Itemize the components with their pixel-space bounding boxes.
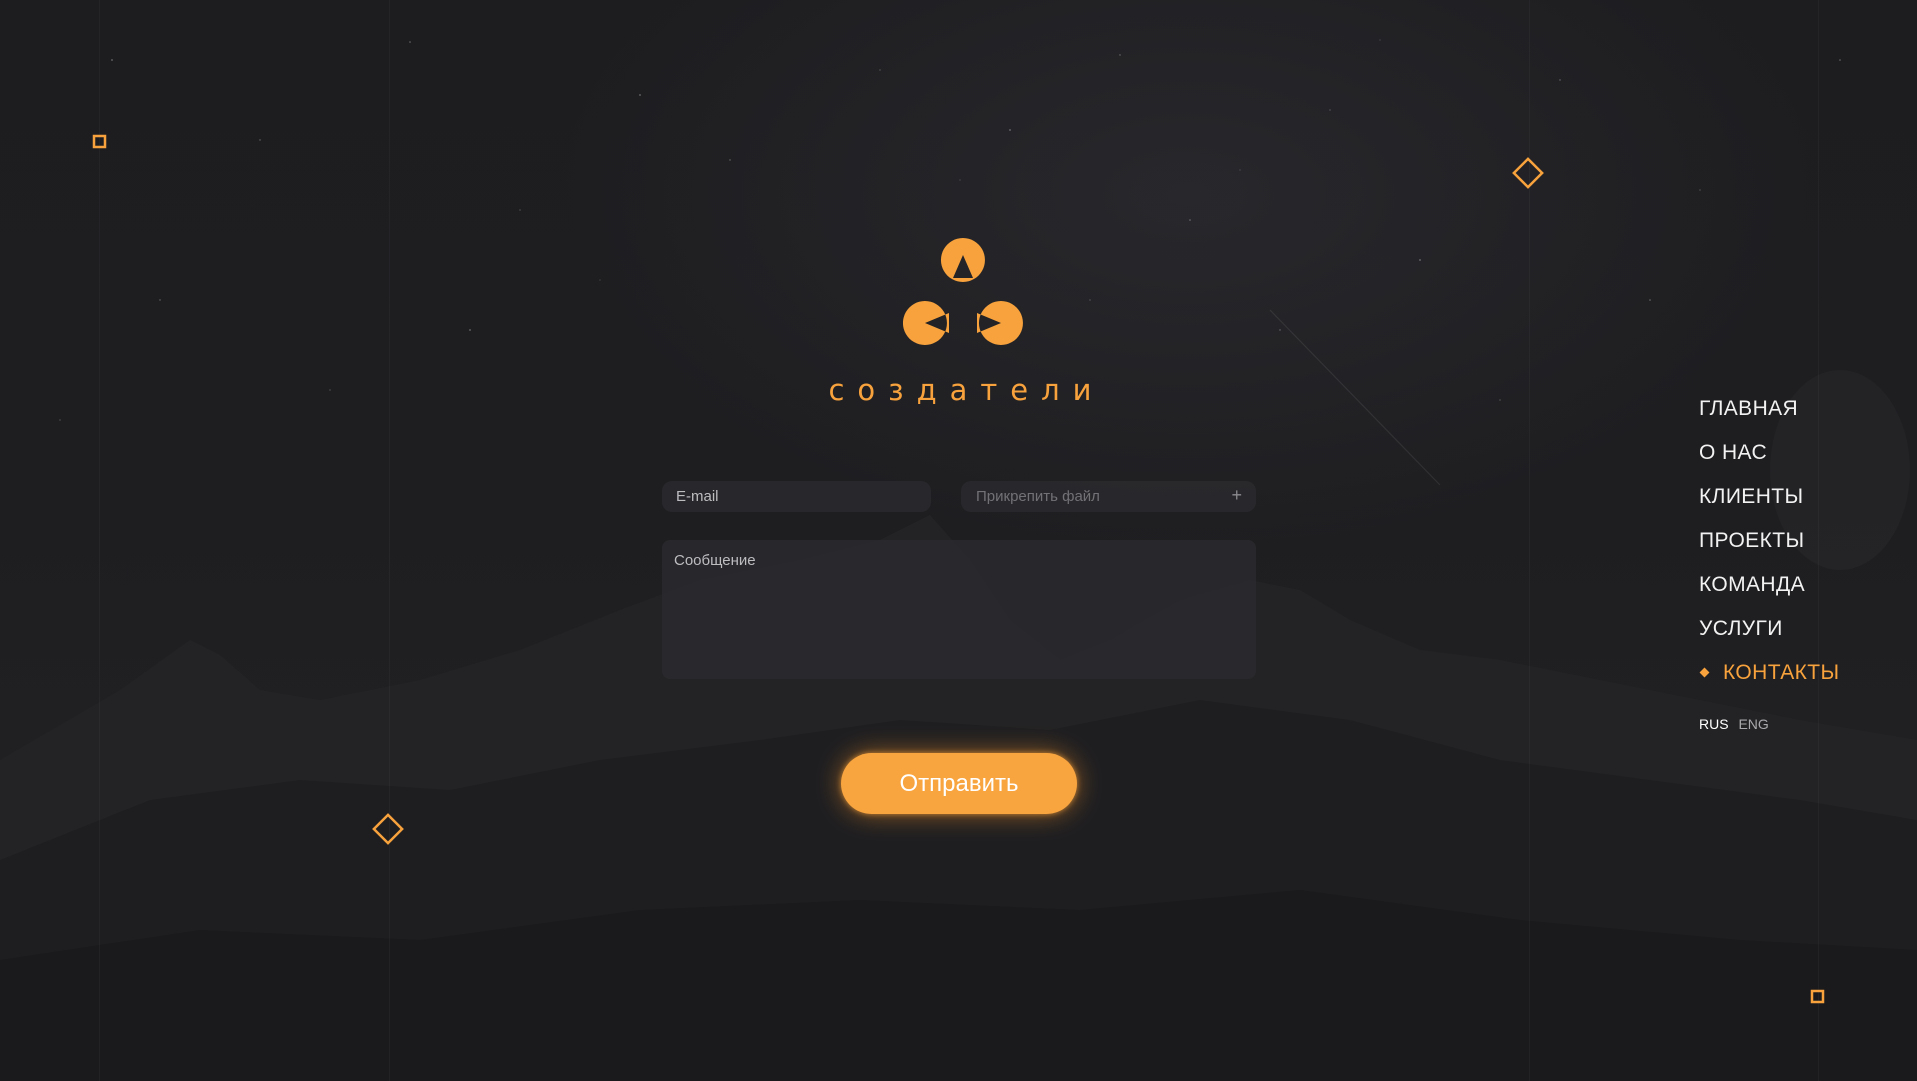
email-field[interactable]: E-mail [662,481,931,512]
email-placeholder: E-mail [676,488,719,505]
diamond-deco-icon [1512,157,1544,189]
logo[interactable]: создатели [805,235,1115,410]
send-button[interactable]: Отправить [841,753,1077,814]
three-circle-logo-icon [903,238,1023,345]
nav-item-home[interactable]: ГЛАВНАЯ [1699,393,1840,437]
nav-item-label: КОМАНДА [1699,573,1806,596]
active-indicator-icon [1699,667,1710,678]
nav-item-team[interactable]: КОМАНДА [1699,569,1840,613]
square-deco-icon [92,134,107,149]
brand-name: создатели [828,373,1105,407]
nav-item-contacts[interactable]: КОНТАКТЫ [1699,657,1840,701]
message-placeholder: Сообщение [674,552,756,569]
nav-item-clients[interactable]: КЛИЕНТЫ [1699,481,1840,525]
nav-item-about[interactable]: О НАС [1699,437,1840,481]
contact-page: создатели E-mail Прикрепить файл + Сообщ… [0,0,1917,1081]
attach-file-field[interactable]: Прикрепить файл + [961,481,1256,512]
lang-rus[interactable]: RUS [1699,716,1729,732]
lang-eng[interactable]: ENG [1738,716,1768,732]
nav-item-label: КЛИЕНТЫ [1699,485,1804,508]
attach-placeholder: Прикрепить файл [976,488,1100,505]
nav-item-label: КОНТАКТЫ [1723,661,1840,684]
nav-item-projects[interactable]: ПРОЕКТЫ [1699,525,1840,569]
language-switcher: RUS ENG [1699,716,1775,732]
nav-item-label: О НАС [1699,441,1768,464]
main-nav: ГЛАВНАЯ О НАС КЛИЕНТЫ ПРОЕКТЫ КОМАНДА УС… [1699,393,1840,701]
grid-line [389,0,390,1081]
nav-item-label: ПРОЕКТЫ [1699,529,1805,552]
diamond-deco-icon [372,813,404,845]
nav-item-services[interactable]: УСЛУГИ [1699,613,1840,657]
nav-item-label: УСЛУГИ [1699,617,1783,640]
square-deco-icon [1810,989,1825,1004]
message-field[interactable]: Сообщение [662,540,1256,679]
plus-icon[interactable]: + [1231,485,1242,506]
nav-item-label: ГЛАВНАЯ [1699,397,1799,420]
grid-line [99,0,100,1081]
